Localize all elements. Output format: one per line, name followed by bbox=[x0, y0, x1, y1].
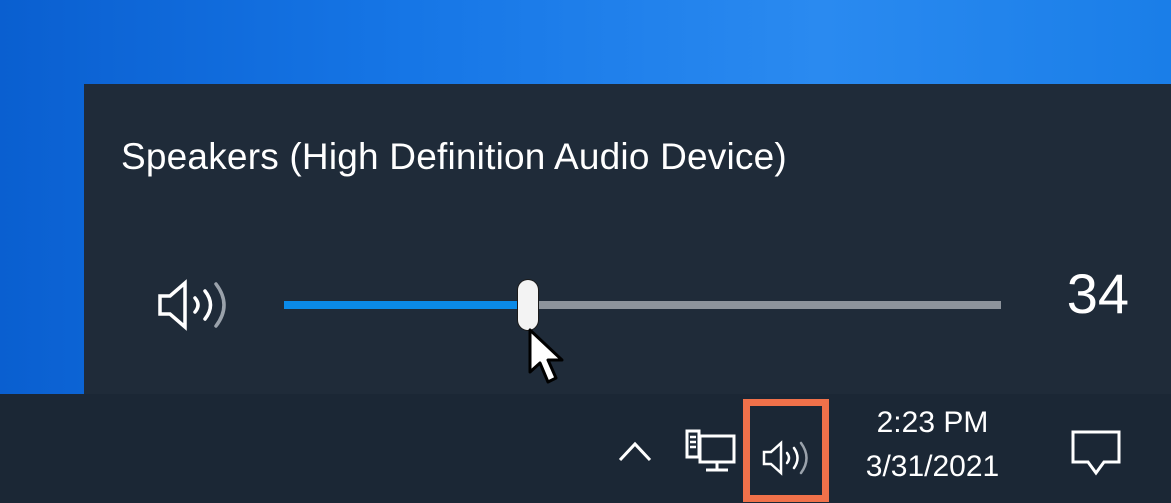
speaker-volume-icon bbox=[762, 440, 808, 476]
chevron-up-icon[interactable] bbox=[615, 436, 655, 466]
volume-value: 34 bbox=[1066, 262, 1129, 325]
clock[interactable]: 2:23 PM 3/31/2021 bbox=[840, 404, 1025, 485]
device-name[interactable]: Speakers (High Definition Audio Device) bbox=[121, 136, 787, 178]
volume-slider[interactable] bbox=[284, 280, 1001, 330]
volume-flyout: Speakers (High Definition Audio Device) … bbox=[84, 84, 1171, 394]
speaker-volume-icon[interactable] bbox=[155, 278, 235, 332]
clock-time: 2:23 PM bbox=[876, 406, 989, 439]
mouse-cursor-icon bbox=[528, 328, 564, 384]
slider-fill bbox=[284, 301, 528, 309]
tray-volume-button[interactable] bbox=[743, 399, 829, 502]
clock-date: 3/31/2021 bbox=[865, 449, 1000, 483]
notification-icon[interactable] bbox=[1068, 428, 1124, 478]
taskbar: 2:23 PM 3/31/2021 bbox=[0, 394, 1171, 503]
network-wired-icon[interactable] bbox=[684, 428, 738, 478]
slider-thumb[interactable] bbox=[518, 280, 538, 330]
